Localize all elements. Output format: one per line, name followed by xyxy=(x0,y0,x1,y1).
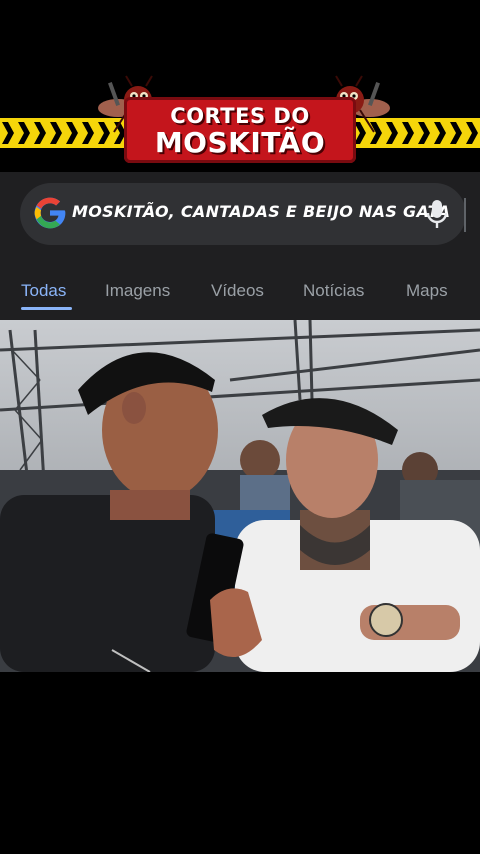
search-query[interactable]: MOSKITÃO, CANTADAS E BEIJO NAS GATA xyxy=(72,202,450,221)
search-divider xyxy=(464,198,466,232)
google-g-icon xyxy=(34,197,66,229)
tab-imagens[interactable]: Imagens xyxy=(105,281,170,301)
logo-title-line1: CORTES DO xyxy=(170,104,310,128)
mic-icon[interactable] xyxy=(426,198,448,230)
tab-maps[interactable]: Maps xyxy=(406,281,448,301)
logo-title-line2: MOSKITÃO xyxy=(154,126,326,159)
tab-videos[interactable]: Vídeos xyxy=(211,281,264,301)
video-frame xyxy=(0,320,480,672)
tab-noticias[interactable]: Notícias xyxy=(303,281,364,301)
tab-todas[interactable]: Todas xyxy=(21,281,66,301)
active-tab-indicator xyxy=(21,307,72,310)
video-frame-illustration xyxy=(0,320,480,672)
